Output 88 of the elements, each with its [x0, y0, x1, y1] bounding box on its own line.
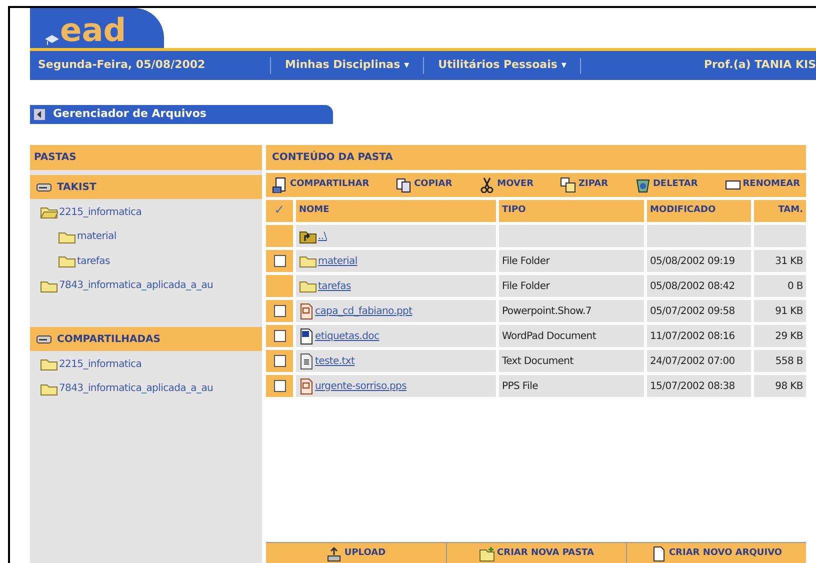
file-size: 29 KB [754, 325, 806, 347]
folder-icon [58, 230, 76, 244]
file-link[interactable]: urgente-sorriso.pps [315, 378, 406, 394]
footer-button[interactable]: CRIAR NOVO ARQUIVO [626, 543, 806, 563]
panel-header: PASTAS [30, 145, 262, 170]
file-size: 91 KB [754, 300, 806, 322]
checkbox[interactable] [274, 330, 286, 342]
folder-icon [40, 357, 58, 372]
file-link[interactable]: teste.txt [315, 354, 355, 368]
toolbar-button[interactable]: COPIAR [396, 177, 452, 193]
copy-icon [396, 177, 412, 193]
tree-item[interactable]: 2215_informatica [30, 352, 262, 376]
column-header: NOME [296, 200, 496, 222]
modified-date: 15/07/2002 08:38 [647, 375, 751, 397]
toolbar-button[interactable]: RENOMEAR [724, 177, 800, 193]
toolbar-button[interactable]: DELETAR [634, 177, 698, 193]
file-link[interactable]: etiquetas.doc [315, 328, 380, 344]
file-link[interactable]: tarefas [318, 278, 351, 294]
column-header: TIPO [499, 200, 644, 222]
footer-button[interactable]: UPLOAD [266, 543, 446, 563]
folder-icon [58, 254, 76, 268]
drive-icon [36, 334, 52, 344]
back-icon [34, 109, 45, 120]
caret-icon: ▾ [561, 58, 566, 73]
user-name: Prof.(a) TANIA KIS [704, 57, 816, 74]
file-size: 558 B [754, 350, 806, 372]
upload-icon [326, 546, 342, 562]
file-link[interactable]: material [318, 254, 358, 268]
toolbar-button[interactable]: ZIPAR [560, 177, 608, 193]
modified-date: 05/08/2002 08:42 [647, 275, 751, 297]
parent-folder-icon [299, 228, 317, 244]
share-icon [272, 177, 288, 193]
modified-date: 24/07/2002 07:00 [647, 350, 751, 372]
caret-icon: ▾ [404, 58, 410, 73]
toolbar-button[interactable]: MOVER [479, 177, 534, 193]
footer-button[interactable]: CRIAR NOVA PASTA [446, 543, 626, 563]
file-size: 31 KB [754, 250, 806, 272]
content-header: CONTEÚDO DA PASTA [266, 145, 806, 170]
open-folder-icon [40, 205, 58, 220]
scissors-icon [479, 177, 496, 193]
nav-menu[interactable]: Utilitários Pessoais ▾ [423, 57, 580, 74]
checkbox[interactable] [274, 305, 286, 317]
file-type: Text Document [499, 350, 644, 372]
file-size: 98 KB [754, 375, 806, 397]
folder-icon [299, 279, 317, 293]
mortarboard-icon [44, 34, 60, 48]
file-type: WordPad Document [499, 325, 644, 347]
section-title: Gerenciador de Arquivos [53, 106, 206, 122]
logo-text: ead [60, 12, 126, 48]
document-icon [299, 328, 314, 344]
document-icon [299, 352, 314, 370]
file-link[interactable]: capa_cd_fabiano.ppt [315, 304, 412, 318]
modified-date: 05/08/2002 09:19 [647, 250, 751, 272]
tree-item[interactable]: 2215_informatica [30, 200, 262, 224]
modified-date: 05/07/2002 09:58 [647, 300, 751, 322]
file-link[interactable]: ..\ [318, 228, 327, 244]
checkbox[interactable] [274, 255, 286, 267]
tree-item[interactable]: tarefas [30, 249, 262, 274]
folder-icon [299, 254, 317, 268]
folder-icon [40, 278, 58, 293]
document-icon [299, 302, 314, 320]
tree-item[interactable]: material [30, 224, 262, 249]
file-type: PPS File [499, 375, 644, 397]
checkbox[interactable] [274, 355, 286, 367]
group-header: COMPARTILHADAS [30, 327, 262, 351]
document-icon [299, 378, 314, 394]
checkbox[interactable] [274, 380, 286, 392]
file-size: 0 B [754, 275, 806, 297]
tree-item[interactable]: 7843_informatica_aplicada_a_au [30, 274, 262, 298]
file-type: File Folder [499, 275, 644, 297]
tree-item[interactable]: 7843_informatica_aplicada_a_au [30, 376, 262, 401]
file-type: Powerpoint.Show.7 [499, 300, 644, 322]
modified-date: 11/07/2002 08:16 [647, 325, 751, 347]
archive-icon [560, 177, 576, 193]
new-folder-icon [479, 546, 496, 562]
toolbar-button[interactable]: COMPARTILHAR [272, 177, 370, 193]
drive-icon [36, 182, 52, 192]
check-header: ✓ [266, 200, 293, 222]
table-cell [754, 225, 806, 247]
shield-icon [634, 177, 651, 193]
column-header: MODIFICADO [647, 200, 751, 222]
group-header: TAKIST [30, 175, 262, 199]
new-file-icon [650, 546, 667, 562]
date-text: Segunda-Feira, 05/08/2002 [37, 57, 206, 74]
column-header: TAM. [754, 200, 806, 222]
folder-icon [40, 382, 58, 396]
nav-menu[interactable]: Minhas Disciplinas ▾ [270, 57, 424, 74]
file-type: File Folder [499, 250, 644, 272]
